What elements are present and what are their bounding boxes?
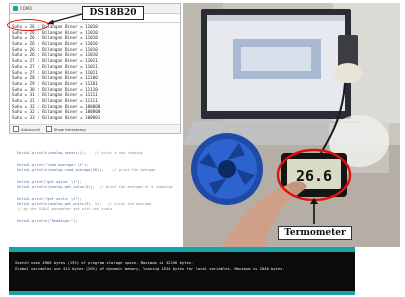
serial-monitor-title: COM3 [20, 6, 32, 11]
sensor-highlight-oval [7, 19, 49, 31]
photo-illustration: 26.6 [183, 3, 400, 247]
timestamp-label: Show timestamp [53, 126, 86, 132]
code-line: Serial.print("get units: \t"); [17, 197, 82, 201]
code-line: Serial.println(analog.sensor()); // prin… [17, 151, 143, 155]
code-line: Serial.println("Readings:"); [17, 219, 78, 223]
arduino-app-icon [13, 6, 18, 11]
console-status-bar [9, 291, 355, 295]
code-line: Serial.println(analog.read_average(20));… [17, 168, 156, 172]
console-line: Global variables use 414 bytes (20%) of … [15, 266, 285, 271]
code-line: Serial.println(analog.get_units(5), 1); … [17, 202, 152, 206]
code-line: Serial.println(analog.get_value(5)); // … [17, 185, 173, 189]
output-console: Sketch uses 4960 bytes (15%) of program … [9, 252, 355, 295]
thermometer-callout-label: Termometer [278, 226, 352, 240]
serial-line: Suhu = 33 : Bilangan Biner = 100001 [12, 115, 101, 120]
code-line: Serial.print("get value: \t"); [17, 180, 82, 184]
experiment-photo: 26.6 [183, 3, 400, 247]
timestamp-checkbox[interactable] [45, 126, 52, 132]
autoscroll-checkbox[interactable] [13, 126, 19, 132]
sensor-callout-label: DS18B20 [82, 6, 144, 20]
autoscroll-label: Autoscroll [21, 126, 40, 132]
serial-output: Suhu = 26 : Bilangan Biner = 11010 Suhu … [12, 24, 177, 124]
serial-monitor-footer: Autoscroll Show timestamp [10, 124, 180, 133]
code-line: // by the SCALE parameter set with set_s… [17, 207, 113, 211]
code-line: Serial.print("read average: \t"); [17, 163, 89, 167]
